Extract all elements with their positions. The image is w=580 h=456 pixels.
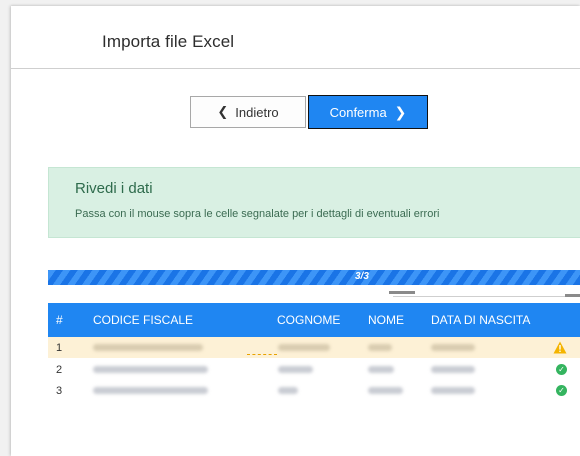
- column-header-cognome[interactable]: COGNOME: [277, 313, 340, 327]
- chevron-left-icon: ❮: [217, 104, 229, 119]
- chevron-right-icon: ❯: [394, 103, 407, 120]
- redacted-data-di-nascita[interactable]: [431, 344, 475, 351]
- redacted-data-di-nascita[interactable]: [431, 366, 475, 373]
- redacted-nome[interactable]: [368, 366, 394, 373]
- confirm-button-label: Conferma: [329, 104, 387, 120]
- row-index: 3: [56, 385, 63, 397]
- page-title: Importa file Excel: [102, 32, 235, 51]
- column-header-data-di-nascita[interactable]: DATA DI NASCITA: [431, 313, 530, 327]
- progress-label: 3/3: [355, 271, 369, 282]
- redacted-nome[interactable]: [368, 344, 392, 351]
- horizontal-scrollbar-thumb-end[interactable]: [565, 294, 580, 297]
- horizontal-scrollbar-track[interactable]: [393, 296, 580, 297]
- check-circle-icon: ✓: [556, 385, 567, 396]
- table-row[interactable]: 1: [48, 337, 580, 358]
- table-row[interactable]: 3 ✓: [48, 380, 580, 401]
- review-info-box: Rivedi i dati Passa con il mouse sopra l…: [48, 167, 580, 238]
- redacted-codice-fiscale[interactable]: [93, 366, 208, 373]
- back-button[interactable]: ❮ Indietro: [190, 96, 306, 128]
- row-index: 1: [56, 342, 63, 354]
- redacted-cognome[interactable]: [278, 366, 313, 373]
- table-row[interactable]: 2 ✓: [48, 359, 580, 380]
- redacted-cognome[interactable]: [278, 387, 298, 394]
- redacted-codice-fiscale[interactable]: [93, 387, 208, 394]
- import-progress-bar: 3/3: [48, 270, 580, 285]
- review-title: Rivedi i dati: [75, 180, 153, 197]
- row-index: 2: [56, 364, 63, 376]
- column-header-nome[interactable]: NOME: [368, 313, 404, 327]
- page-header: Importa file Excel: [11, 6, 580, 69]
- check-circle-icon: ✓: [556, 364, 567, 375]
- redacted-cognome[interactable]: [278, 344, 330, 351]
- table-header: # CODICE FISCALE COGNOME NOME DATA DI NA…: [48, 303, 580, 337]
- column-header-index: #: [56, 313, 63, 327]
- confirm-button[interactable]: Conferma ❯: [308, 95, 428, 129]
- review-subtitle: Passa con il mouse sopra le celle segnal…: [75, 208, 440, 220]
- column-header-codice-fiscale[interactable]: CODICE FISCALE: [93, 313, 193, 327]
- redacted-codice-fiscale[interactable]: [93, 344, 203, 351]
- import-panel: Importa file Excel ❮ Indietro Conferma ❯…: [11, 6, 580, 456]
- horizontal-scrollbar-thumb[interactable]: [389, 291, 415, 294]
- back-button-label: Indietro: [235, 104, 279, 120]
- redacted-data-di-nascita[interactable]: [431, 387, 475, 394]
- warning-triangle-icon[interactable]: [553, 341, 567, 354]
- redacted-nome[interactable]: [368, 387, 403, 394]
- cell-error-marker[interactable]: [247, 354, 277, 355]
